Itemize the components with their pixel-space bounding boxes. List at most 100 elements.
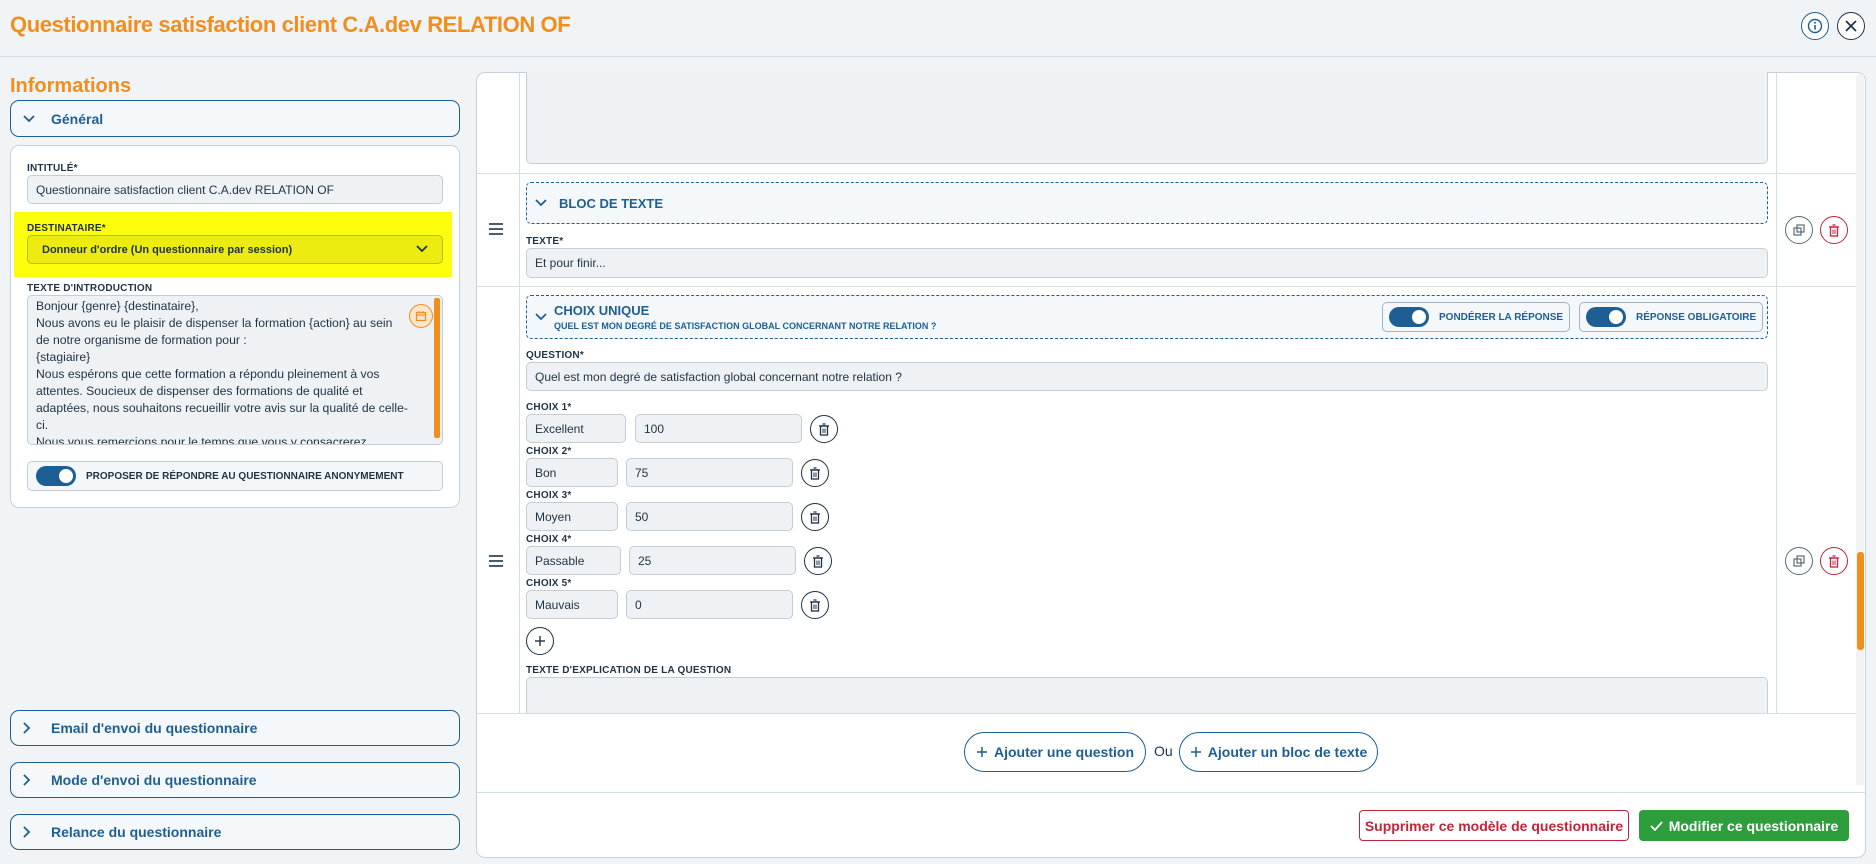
accordion-general-label: Général — [51, 110, 104, 127]
page-title: Questionnaire satisfaction client C.A.de… — [10, 12, 571, 37]
choice-4-score[interactable] — [629, 546, 796, 575]
trash-icon — [810, 466, 820, 480]
explication-label: TEXTE D'EXPLICATION DE LA QUESTION — [526, 665, 732, 676]
intitule-input[interactable] — [27, 175, 443, 204]
trash-icon — [810, 598, 820, 612]
choice-4-text[interactable] — [526, 546, 621, 575]
question-input[interactable] — [526, 362, 1768, 391]
chevron-down-icon — [23, 114, 39, 123]
accordion-relance[interactable]: Relance du questionnaire — [10, 814, 460, 850]
trash-icon — [810, 510, 820, 524]
anon-toggle-row: PROPOSER DE RÉPONDRE AU QUESTIONNAIRE AN… — [27, 461, 443, 491]
calendar-icon — [415, 311, 427, 322]
text-block-header[interactable]: BLOC DE TEXTE — [526, 182, 1768, 224]
trash-icon — [1829, 223, 1839, 237]
variables-button[interactable] — [409, 304, 433, 328]
choice-1-text[interactable] — [526, 414, 626, 443]
chevron-right-icon — [23, 722, 39, 734]
save-questionnaire-button[interactable]: Modifier ce questionnaire — [1639, 810, 1849, 841]
destinataire-select[interactable]: Donneur d'ordre (Un questionnaire par se… — [27, 235, 443, 264]
anon-toggle[interactable] — [36, 466, 76, 486]
drag-handle-icon[interactable] — [488, 222, 508, 238]
text-block-title: BLOC DE TEXTE — [559, 195, 664, 211]
choice-1-score[interactable] — [635, 414, 802, 443]
ponderer-row: PONDÉRER LA RÉPONSE — [1382, 302, 1570, 332]
check-icon — [1650, 820, 1663, 831]
destinataire-value: Donneur d'ordre (Un questionnaire par se… — [42, 243, 293, 256]
choice-1-label: CHOIX 1* — [526, 402, 572, 413]
obligatoire-toggle[interactable] — [1586, 307, 1626, 327]
choice-3-label: CHOIX 3* — [526, 490, 572, 501]
choice-5-label: CHOIX 5* — [526, 578, 572, 589]
add-choice-button[interactable] — [526, 627, 554, 655]
choice-2-label: CHOIX 2* — [526, 446, 572, 457]
delete-block-button[interactable] — [1820, 547, 1848, 575]
block-divider — [477, 286, 1856, 287]
ponderer-label: PONDÉRER LA RÉPONSE — [1439, 311, 1564, 323]
choice-4-label: CHOIX 4* — [526, 534, 572, 545]
chevron-right-icon — [23, 774, 39, 786]
save-questionnaire-label: Modifier ce questionnaire — [1668, 817, 1839, 834]
chevron-down-icon — [535, 313, 547, 321]
accordion-relance-label: Relance du questionnaire — [51, 824, 222, 840]
main-scrollbar-track[interactable] — [1856, 75, 1864, 785]
delete-choice-1[interactable] — [810, 415, 838, 443]
info-icon — [1807, 18, 1823, 34]
close-button[interactable] — [1837, 12, 1865, 40]
main-scrollbar-thumb[interactable] — [1857, 552, 1864, 650]
choice-block-header[interactable]: CHOIX UNIQUE QUEL EST MON DEGRÉ DE SATIS… — [526, 295, 1768, 339]
plus-icon — [535, 636, 545, 646]
chevron-right-icon — [23, 826, 39, 838]
delete-template-button[interactable]: Supprimer ce modèle de questionnaire — [1359, 810, 1629, 841]
delete-choice-2[interactable] — [801, 459, 829, 487]
accordion-email-label: Email d'envoi du questionnaire — [51, 720, 258, 736]
previous-textarea[interactable] — [526, 72, 1768, 164]
duplicate-button[interactable] — [1785, 216, 1813, 244]
choice-2-score[interactable] — [626, 458, 793, 487]
info-button[interactable] — [1801, 12, 1829, 40]
delete-choice-3[interactable] — [801, 503, 829, 531]
col-divider-left — [519, 73, 520, 713]
plus-icon — [976, 746, 988, 758]
trash-icon — [1829, 554, 1839, 568]
chevron-down-icon — [416, 244, 428, 256]
texte-input[interactable] — [526, 248, 1768, 278]
duplicate-button[interactable] — [1785, 547, 1813, 575]
question-label: QUESTION* — [526, 350, 584, 361]
texte-label: TEXTE* — [526, 236, 564, 247]
intro-textarea[interactable]: Bonjour {genre} {destinataire}, Nous avo… — [27, 295, 443, 445]
trash-icon — [819, 422, 829, 436]
copy-icon — [1793, 555, 1805, 567]
accordion-mode[interactable]: Mode d'envoi du questionnaire — [10, 762, 460, 798]
delete-choice-4[interactable] — [804, 547, 832, 575]
ponderer-toggle[interactable] — [1389, 307, 1429, 327]
add-text-block-button[interactable]: Ajouter un bloc de texte — [1179, 732, 1378, 772]
trash-icon — [813, 554, 823, 568]
intro-label: TEXTE D'INTRODUCTION — [27, 283, 153, 294]
chevron-down-icon — [535, 199, 547, 207]
add-text-block-label: Ajouter un bloc de texte — [1207, 744, 1368, 760]
close-icon — [1845, 20, 1857, 32]
choice-3-score[interactable] — [626, 502, 793, 531]
drag-handle-icon[interactable] — [488, 554, 508, 570]
add-question-button[interactable]: Ajouter une question — [964, 732, 1146, 772]
intitule-label: INTITULÉ* — [27, 163, 78, 174]
section-title: Informations — [10, 75, 132, 97]
choice-5-text[interactable] — [526, 590, 618, 619]
choice-3-text[interactable] — [526, 502, 618, 531]
accordion-email[interactable]: Email d'envoi du questionnaire — [10, 710, 460, 746]
plus-icon — [1190, 746, 1202, 758]
add-question-label: Ajouter une question — [994, 744, 1134, 760]
accordion-mode-label: Mode d'envoi du questionnaire — [51, 772, 257, 788]
intro-text: Bonjour {genre} {destinataire}, Nous avo… — [36, 299, 408, 445]
choice-block-title: CHOIX UNIQUE — [554, 303, 650, 318]
choice-5-score[interactable] — [626, 590, 793, 619]
choice-2-text[interactable] — [526, 458, 618, 487]
delete-block-button[interactable] — [1820, 216, 1848, 244]
obligatoire-row: RÉPONSE OBLIGATOIRE — [1579, 302, 1763, 332]
explication-textarea[interactable] — [526, 677, 1768, 713]
accordion-general[interactable]: Général — [10, 100, 460, 137]
destinataire-label: DESTINATAIRE* — [27, 223, 106, 234]
textarea-scrollbar[interactable] — [434, 298, 440, 438]
delete-choice-5[interactable] — [801, 591, 829, 619]
